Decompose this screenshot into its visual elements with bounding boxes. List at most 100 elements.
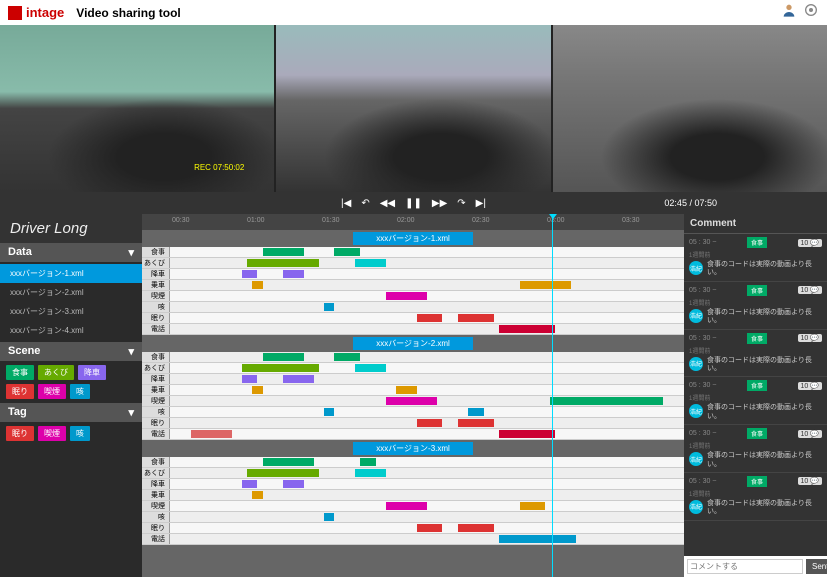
row-track[interactable] xyxy=(170,352,684,362)
timeline-segment[interactable] xyxy=(417,524,443,532)
timeline-group-header[interactable]: xxxバージョン-2.xml xyxy=(353,337,473,350)
timeline-segment[interactable] xyxy=(355,259,386,267)
timeline-segment[interactable] xyxy=(242,270,257,278)
scene-tag[interactable]: 降車 xyxy=(78,365,106,380)
timeline-group-header[interactable]: xxxバージョン-1.xml xyxy=(353,232,473,245)
forward-icon[interactable]: ▶▶ xyxy=(432,198,447,209)
undo-icon[interactable]: ↶ xyxy=(361,198,369,209)
scene-tag[interactable]: 咳 xyxy=(70,384,90,399)
row-track[interactable] xyxy=(170,534,684,544)
video-frame-left[interactable]: REC 07:50:02 xyxy=(0,25,274,192)
timeline-segment[interactable] xyxy=(242,375,257,383)
timeline-segment[interactable] xyxy=(242,480,257,488)
tag-chip[interactable]: 眠り xyxy=(6,426,34,441)
row-track[interactable] xyxy=(170,313,684,323)
tag-chip[interactable]: 咳 xyxy=(70,426,90,441)
timeline-segment[interactable] xyxy=(324,408,334,416)
timeline-segment[interactable] xyxy=(550,397,663,405)
row-track[interactable] xyxy=(170,374,684,384)
comment-item[interactable]: 05 : 30 ~食事10 💬1週間前浩紀食事のコードは実際の動画より長い。 xyxy=(684,473,827,521)
timeline-group-header[interactable]: xxxバージョン-3.xml xyxy=(353,442,473,455)
timeline-segment[interactable] xyxy=(263,458,314,466)
tag-section-header[interactable]: Tag▾ xyxy=(0,403,142,422)
timeline-segment[interactable] xyxy=(263,353,304,361)
timeline-segment[interactable] xyxy=(499,325,556,333)
row-track[interactable] xyxy=(170,247,684,257)
comment-item[interactable]: 05 : 30 ~食事10 💬1週間前浩紀食事のコードは実際の動画より長い。 xyxy=(684,377,827,425)
timeline-segment[interactable] xyxy=(252,281,262,289)
timeline-segment[interactable] xyxy=(334,248,360,256)
playhead[interactable] xyxy=(552,214,553,577)
scene-tag[interactable]: 食事 xyxy=(6,365,34,380)
timeline-segment[interactable] xyxy=(458,524,494,532)
timeline-segment[interactable] xyxy=(355,469,386,477)
row-track[interactable] xyxy=(170,385,684,395)
timeline-segment[interactable] xyxy=(417,419,443,427)
scene-tag[interactable]: 眠り xyxy=(6,384,34,399)
timeline-segment[interactable] xyxy=(396,386,417,394)
row-track[interactable] xyxy=(170,468,684,478)
sidebar-data-item[interactable]: xxxバージョン-3.xml xyxy=(0,302,142,321)
timeline-area[interactable]: 00:3001:0001:3002:0002:3003:0003:30 xxxバ… xyxy=(142,214,684,577)
timeline-segment[interactable] xyxy=(324,513,334,521)
row-track[interactable] xyxy=(170,280,684,290)
timeline-segment[interactable] xyxy=(324,303,334,311)
comment-item[interactable]: 05 : 30 ~食事10 💬1週間前浩紀食事のコードは実際の動画より長い。 xyxy=(684,330,827,378)
gear-icon[interactable] xyxy=(803,2,819,23)
comment-item[interactable]: 05 : 30 ~食事10 💬1週間前浩紀食事のコードは実際の動画より長い。 xyxy=(684,234,827,282)
skip-end-icon[interactable]: ▶| xyxy=(476,198,486,209)
row-track[interactable] xyxy=(170,490,684,500)
timeline-segment[interactable] xyxy=(334,353,360,361)
timeline-segment[interactable] xyxy=(386,292,427,300)
timeline-segment[interactable] xyxy=(520,502,546,510)
timeline-segment[interactable] xyxy=(247,469,319,477)
timeline-segment[interactable] xyxy=(499,430,556,438)
rewind-icon[interactable]: ◀◀ xyxy=(380,198,395,209)
row-track[interactable] xyxy=(170,269,684,279)
timeline-segment[interactable] xyxy=(417,314,443,322)
row-track[interactable] xyxy=(170,418,684,428)
row-track[interactable] xyxy=(170,429,684,439)
row-track[interactable] xyxy=(170,501,684,511)
timeline-segment[interactable] xyxy=(252,386,262,394)
timeline-segment[interactable] xyxy=(468,408,483,416)
row-track[interactable] xyxy=(170,407,684,417)
row-track[interactable] xyxy=(170,363,684,373)
send-button[interactable]: Sent xyxy=(806,559,827,574)
timeline-segment[interactable] xyxy=(304,375,314,383)
scene-section-header[interactable]: Scene▾ xyxy=(0,342,142,361)
timeline-segment[interactable] xyxy=(355,364,386,372)
timeline-segment[interactable] xyxy=(283,375,304,383)
comment-item[interactable]: 05 : 30 ~食事10 💬1週間前浩紀食事のコードは実際の動画より長い。 xyxy=(684,282,827,330)
comment-input[interactable] xyxy=(687,559,803,574)
timeline-segment[interactable] xyxy=(386,397,437,405)
timeline-segment[interactable] xyxy=(360,458,375,466)
timeline-segment[interactable] xyxy=(386,502,427,510)
timeline-segment[interactable] xyxy=(263,248,304,256)
row-track[interactable] xyxy=(170,302,684,312)
sidebar-data-item[interactable]: xxxバージョン-1.xml xyxy=(0,264,142,283)
row-track[interactable] xyxy=(170,258,684,268)
sidebar-data-item[interactable]: xxxバージョン-2.xml xyxy=(0,283,142,302)
pause-icon[interactable]: ❚❚ xyxy=(405,198,422,209)
timeline-segment[interactable] xyxy=(283,270,304,278)
row-track[interactable] xyxy=(170,457,684,467)
timeline-segment[interactable] xyxy=(458,314,494,322)
row-track[interactable] xyxy=(170,324,684,334)
redo-icon[interactable]: ↷ xyxy=(457,198,465,209)
scene-tag[interactable]: あくび xyxy=(38,365,74,380)
skip-start-icon[interactable]: |◀ xyxy=(341,198,351,209)
user-icon[interactable] xyxy=(781,2,797,23)
timeline-segment[interactable] xyxy=(520,281,571,289)
data-section-header[interactable]: Data▾ xyxy=(0,243,142,262)
scene-tag[interactable]: 喫煙 xyxy=(38,384,66,399)
row-track[interactable] xyxy=(170,512,684,522)
timeline-segment[interactable] xyxy=(191,430,232,438)
timeline-segment[interactable] xyxy=(252,491,262,499)
video-frame-center[interactable] xyxy=(276,25,550,192)
row-track[interactable] xyxy=(170,291,684,301)
row-track[interactable] xyxy=(170,523,684,533)
row-track[interactable] xyxy=(170,479,684,489)
sidebar-data-item[interactable]: xxxバージョン-4.xml xyxy=(0,321,142,340)
timeline-segment[interactable] xyxy=(242,364,319,372)
